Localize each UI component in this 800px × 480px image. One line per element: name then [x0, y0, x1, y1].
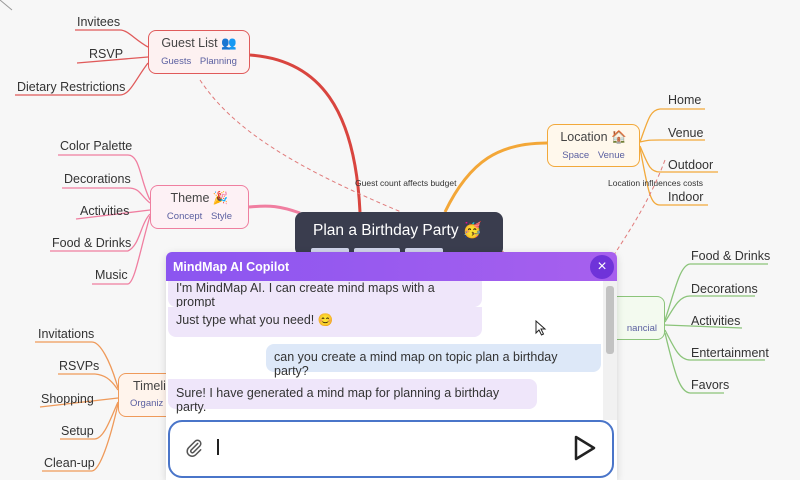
- party-popper-icon: 🎉: [212, 191, 229, 205]
- tag-guests: Guests: [161, 56, 192, 67]
- leaf-budget-activities[interactable]: Activities: [691, 314, 740, 328]
- leaf-food-drinks[interactable]: Food & Drinks: [52, 236, 131, 250]
- bot-message: Just type what you need! 😊: [168, 307, 482, 337]
- copilot-header: MindMap AI Copilot ×: [166, 252, 617, 281]
- leaf-color-palette[interactable]: Color Palette: [60, 139, 132, 153]
- theme-title: Theme: [170, 191, 210, 205]
- mouse-cursor-icon: [535, 320, 547, 336]
- relation-label-location-costs[interactable]: Location influences costs: [608, 178, 703, 188]
- people-icon: 👥: [221, 36, 237, 50]
- leaf-music[interactable]: Music: [95, 268, 128, 282]
- chat-input[interactable]: [168, 420, 614, 478]
- house-icon: 🏠: [611, 130, 627, 144]
- leaf-outdoor[interactable]: Outdoor: [668, 158, 713, 172]
- leaf-budget-decorations[interactable]: Decorations: [691, 282, 758, 296]
- party-face-icon: 🥳: [462, 222, 483, 239]
- relation-label-guest-budget[interactable]: Guest count affects budget: [355, 178, 456, 188]
- leaf-indoor[interactable]: Indoor: [668, 190, 703, 204]
- tag-venue: Venue: [597, 150, 625, 161]
- guest-list-node[interactable]: Guest List 👥 Guests Planning: [148, 30, 250, 74]
- theme-node[interactable]: Theme 🎉 Concept Style: [150, 185, 249, 229]
- leaf-entertainment[interactable]: Entertainment: [691, 346, 769, 360]
- root-title: Plan a Birthday Party: [313, 222, 459, 239]
- bot-message: I'm MindMap AI. I can create mind maps w…: [168, 281, 482, 309]
- tag-style: Style: [210, 211, 233, 222]
- leaf-home[interactable]: Home: [668, 93, 701, 107]
- bot-message: Sure! I have generated a mind map for pl…: [168, 379, 537, 414]
- leaf-rsvp[interactable]: RSVP: [89, 47, 123, 61]
- root-node[interactable]: Plan a Birthday Party 🥳: [295, 212, 503, 256]
- leaf-rsvps[interactable]: RSVPs: [59, 359, 99, 373]
- send-icon[interactable]: [572, 434, 598, 462]
- leaf-invitations[interactable]: Invitations: [38, 327, 94, 341]
- tag-planning: Planning: [199, 56, 237, 67]
- leaf-budget-food-drinks[interactable]: Food & Drinks: [691, 249, 770, 263]
- user-message: can you create a mind map on topic plan …: [266, 344, 601, 378]
- leaf-activities[interactable]: Activities: [80, 204, 129, 218]
- leaf-clean-up[interactable]: Clean-up: [44, 456, 95, 470]
- leaf-shopping[interactable]: Shopping: [41, 392, 94, 406]
- tag-space: Space: [562, 150, 590, 161]
- copilot-title: MindMap AI Copilot: [173, 260, 290, 274]
- leaf-decorations[interactable]: Decorations: [64, 172, 131, 186]
- copilot-panel: MindMap AI Copilot × I'm MindMap AI. I c…: [166, 252, 617, 480]
- leaf-dietary-restrictions[interactable]: Dietary Restrictions: [17, 80, 125, 94]
- tag-concept: Concept: [166, 211, 203, 222]
- leaf-invitees[interactable]: Invitees: [77, 15, 120, 29]
- leaf-setup[interactable]: Setup: [61, 424, 94, 438]
- close-icon[interactable]: ×: [590, 255, 614, 279]
- tag-financial: nancial: [626, 323, 657, 334]
- location-title: Location: [560, 130, 608, 144]
- location-node[interactable]: Location 🏠 Space Venue: [547, 124, 640, 167]
- leaf-favors[interactable]: Favors: [691, 378, 729, 392]
- chat-history[interactable]: I'm MindMap AI. I can create mind maps w…: [166, 281, 617, 420]
- text-caret: [217, 439, 219, 455]
- chat-scrollbar-thumb[interactable]: [606, 286, 614, 354]
- leaf-venue[interactable]: Venue: [668, 126, 703, 140]
- paperclip-icon[interactable]: [184, 438, 204, 458]
- guest-list-title: Guest List: [161, 36, 218, 50]
